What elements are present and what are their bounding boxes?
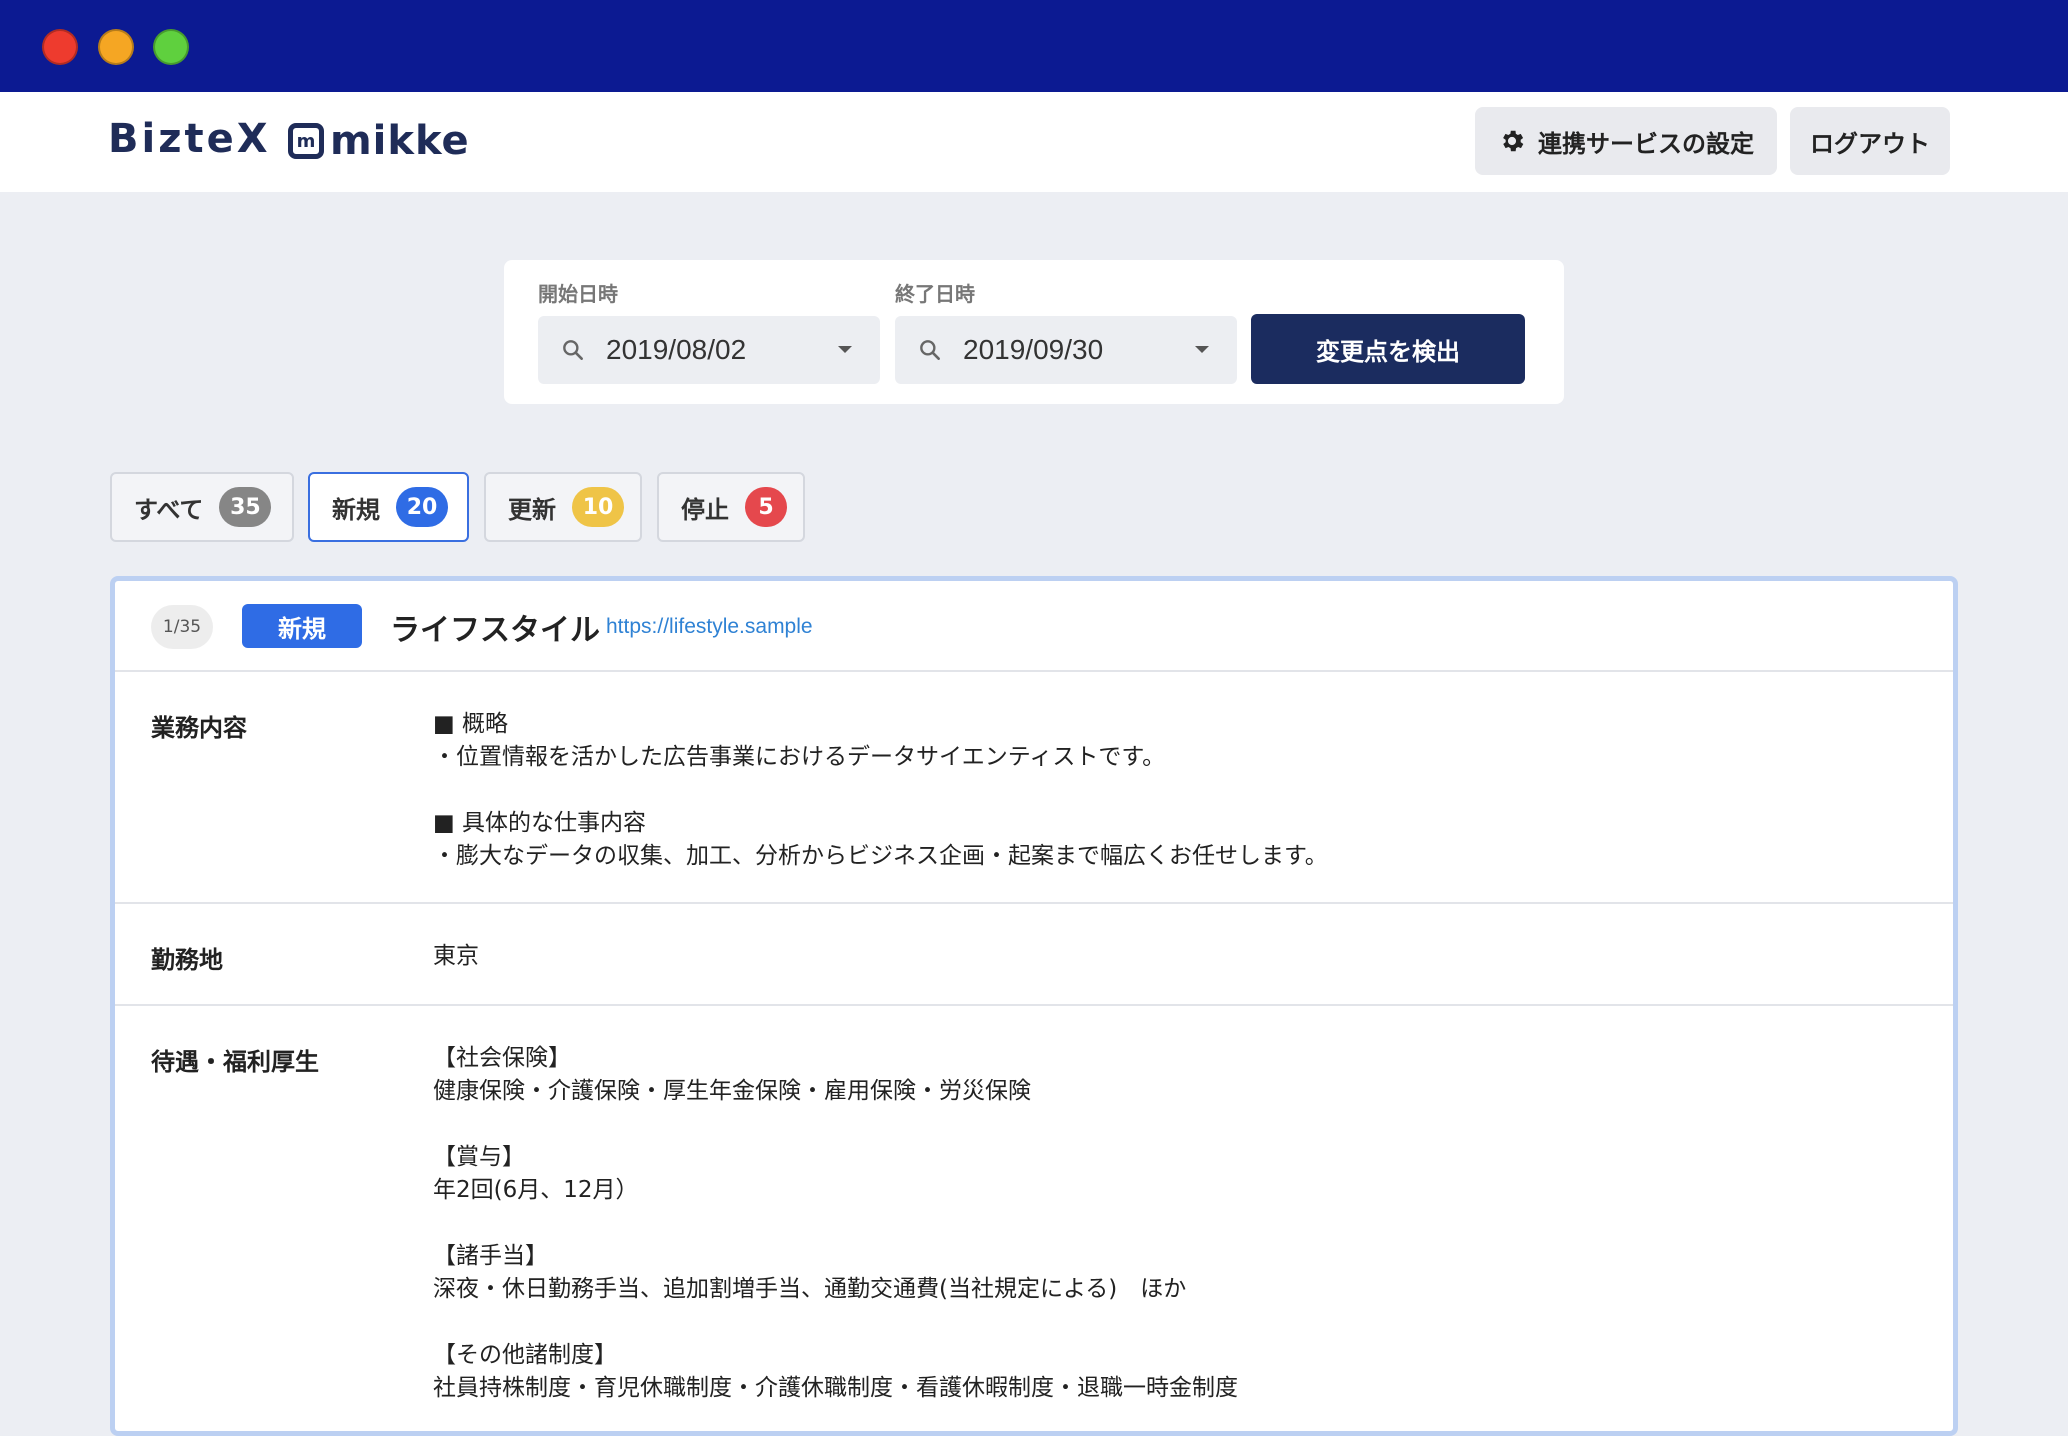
service-settings-label: 連携サービスの設定 bbox=[1538, 130, 1754, 158]
job-detail-card: 1/35 新規 ライフスタイル https://lifestyle.sample… bbox=[110, 576, 1958, 1436]
row-line: 【その他諸制度】 bbox=[433, 1342, 617, 1368]
close-window-button[interactable] bbox=[42, 29, 78, 65]
job-title: ライフスタイル bbox=[390, 613, 600, 648]
row-line: 【諸手当】 bbox=[433, 1243, 548, 1269]
row-line: 年2回(6月、12月） bbox=[433, 1177, 639, 1203]
tab-new-count-badge: 20 bbox=[396, 487, 448, 527]
service-settings-button[interactable]: 連携サービスの設定 bbox=[1475, 107, 1777, 175]
row-line: 東京 bbox=[433, 943, 479, 969]
row-line: 社員持株制度・育児休職制度・介護休職制度・看護休暇制度・退職一時金制度 bbox=[433, 1375, 1238, 1401]
start-date-value: 2019/08/02 bbox=[606, 334, 747, 365]
window-titlebar bbox=[0, 0, 2068, 92]
date-range-search-card: 開始日時 2019/08/02 終了日時 2019/09/30 変更点を検出 bbox=[504, 260, 1564, 404]
row-label: 勤務地 bbox=[151, 946, 223, 974]
detail-row-job-description: 業務内容 ■ 概略 ・位置情報を活かした広告事業におけるデータサイエンティストで… bbox=[115, 672, 1953, 904]
tab-all-count-badge: 35 bbox=[219, 487, 272, 527]
row-line: ・位置情報を活かした広告事業におけるデータサイエンティストです。 bbox=[433, 744, 1166, 770]
row-line: ■ 概略 bbox=[433, 711, 509, 737]
tab-update-count-badge: 10 bbox=[572, 487, 624, 527]
caret-down-icon bbox=[1195, 346, 1209, 353]
gear-icon bbox=[1503, 130, 1524, 152]
tab-stopped-count-badge: 5 bbox=[745, 487, 787, 527]
row-line: ■ 具体的な仕事内容 bbox=[433, 810, 647, 836]
logout-button[interactable]: ログアウト bbox=[1790, 107, 1950, 175]
tab-all-label: すべて bbox=[134, 495, 204, 524]
row-line: ・膨大なデータの収集、加工、分析からビジネス企画・起案まで幅広くお任せします。 bbox=[433, 843, 1328, 869]
row-line: 【社会保険】 bbox=[433, 1045, 571, 1071]
end-date-value: 2019/09/30 bbox=[963, 334, 1104, 365]
row-label: 待遇・福利厚生 bbox=[151, 1048, 319, 1076]
end-date-select[interactable]: 2019/09/30 bbox=[895, 316, 1237, 384]
tab-stopped-label: 停止 bbox=[681, 495, 729, 524]
mikke-logo-mark: m bbox=[288, 123, 324, 159]
tab-all[interactable]: すべて 35 bbox=[110, 472, 294, 542]
row-line bbox=[433, 1207, 1238, 1240]
detect-changes-button[interactable]: 変更点を検出 bbox=[1251, 314, 1525, 384]
maximize-window-button[interactable] bbox=[153, 29, 189, 65]
caret-down-icon bbox=[838, 346, 852, 353]
detail-row-benefits: 待遇・福利厚生 【社会保険】 健康保険・介護保険・厚生年金保険・雇用保険・労災保… bbox=[115, 1006, 1953, 1431]
job-url-link[interactable]: https://lifestyle.sample bbox=[606, 615, 813, 639]
app-header: BizteX m mikke 連携サービスの設定 ログアウト bbox=[0, 92, 2068, 192]
row-value: 【社会保険】 健康保険・介護保険・厚生年金保険・雇用保険・労災保険 【賞与】 年… bbox=[433, 1042, 1238, 1405]
row-line: 【賞与】 bbox=[433, 1144, 525, 1170]
search-icon bbox=[920, 340, 940, 360]
row-value: ■ 概略 ・位置情報を活かした広告事業におけるデータサイエンティストです。 ■ … bbox=[433, 708, 1328, 873]
end-date-label: 終了日時 bbox=[895, 282, 975, 306]
search-icon bbox=[563, 340, 583, 360]
tab-update-label: 更新 bbox=[508, 495, 556, 524]
row-label: 業務内容 bbox=[151, 714, 247, 742]
row-line bbox=[433, 1306, 1238, 1339]
row-line bbox=[433, 1108, 1238, 1141]
biztex-logo[interactable]: BizteX bbox=[108, 116, 271, 162]
mikke-logo[interactable]: m mikke bbox=[288, 116, 470, 166]
status-tag: 新規 bbox=[242, 604, 362, 648]
row-line: 深夜・休日勤務手当、追加割増手当、通勤交通費(当社規定による) ほか bbox=[433, 1276, 1187, 1302]
tab-update[interactable]: 更新 10 bbox=[484, 472, 642, 542]
row-line: 健康保険・介護保険・厚生年金保険・雇用保険・労災保険 bbox=[433, 1078, 1031, 1104]
job-detail-header: 1/35 新規 ライフスタイル https://lifestyle.sample bbox=[115, 581, 1953, 672]
detail-row-location: 勤務地 東京 bbox=[115, 904, 1953, 1006]
start-date-label: 開始日時 bbox=[538, 282, 618, 306]
start-date-select[interactable]: 2019/08/02 bbox=[538, 316, 880, 384]
row-line bbox=[433, 774, 1328, 807]
minimize-window-button[interactable] bbox=[98, 29, 134, 65]
mikke-logo-text: mikke bbox=[330, 118, 470, 164]
row-value: 東京 bbox=[433, 940, 479, 973]
tab-stopped[interactable]: 停止 5 bbox=[657, 472, 805, 542]
result-position-badge: 1/35 bbox=[151, 605, 213, 649]
tab-new[interactable]: 新規 20 bbox=[308, 472, 469, 542]
tab-new-label: 新規 bbox=[332, 495, 380, 524]
